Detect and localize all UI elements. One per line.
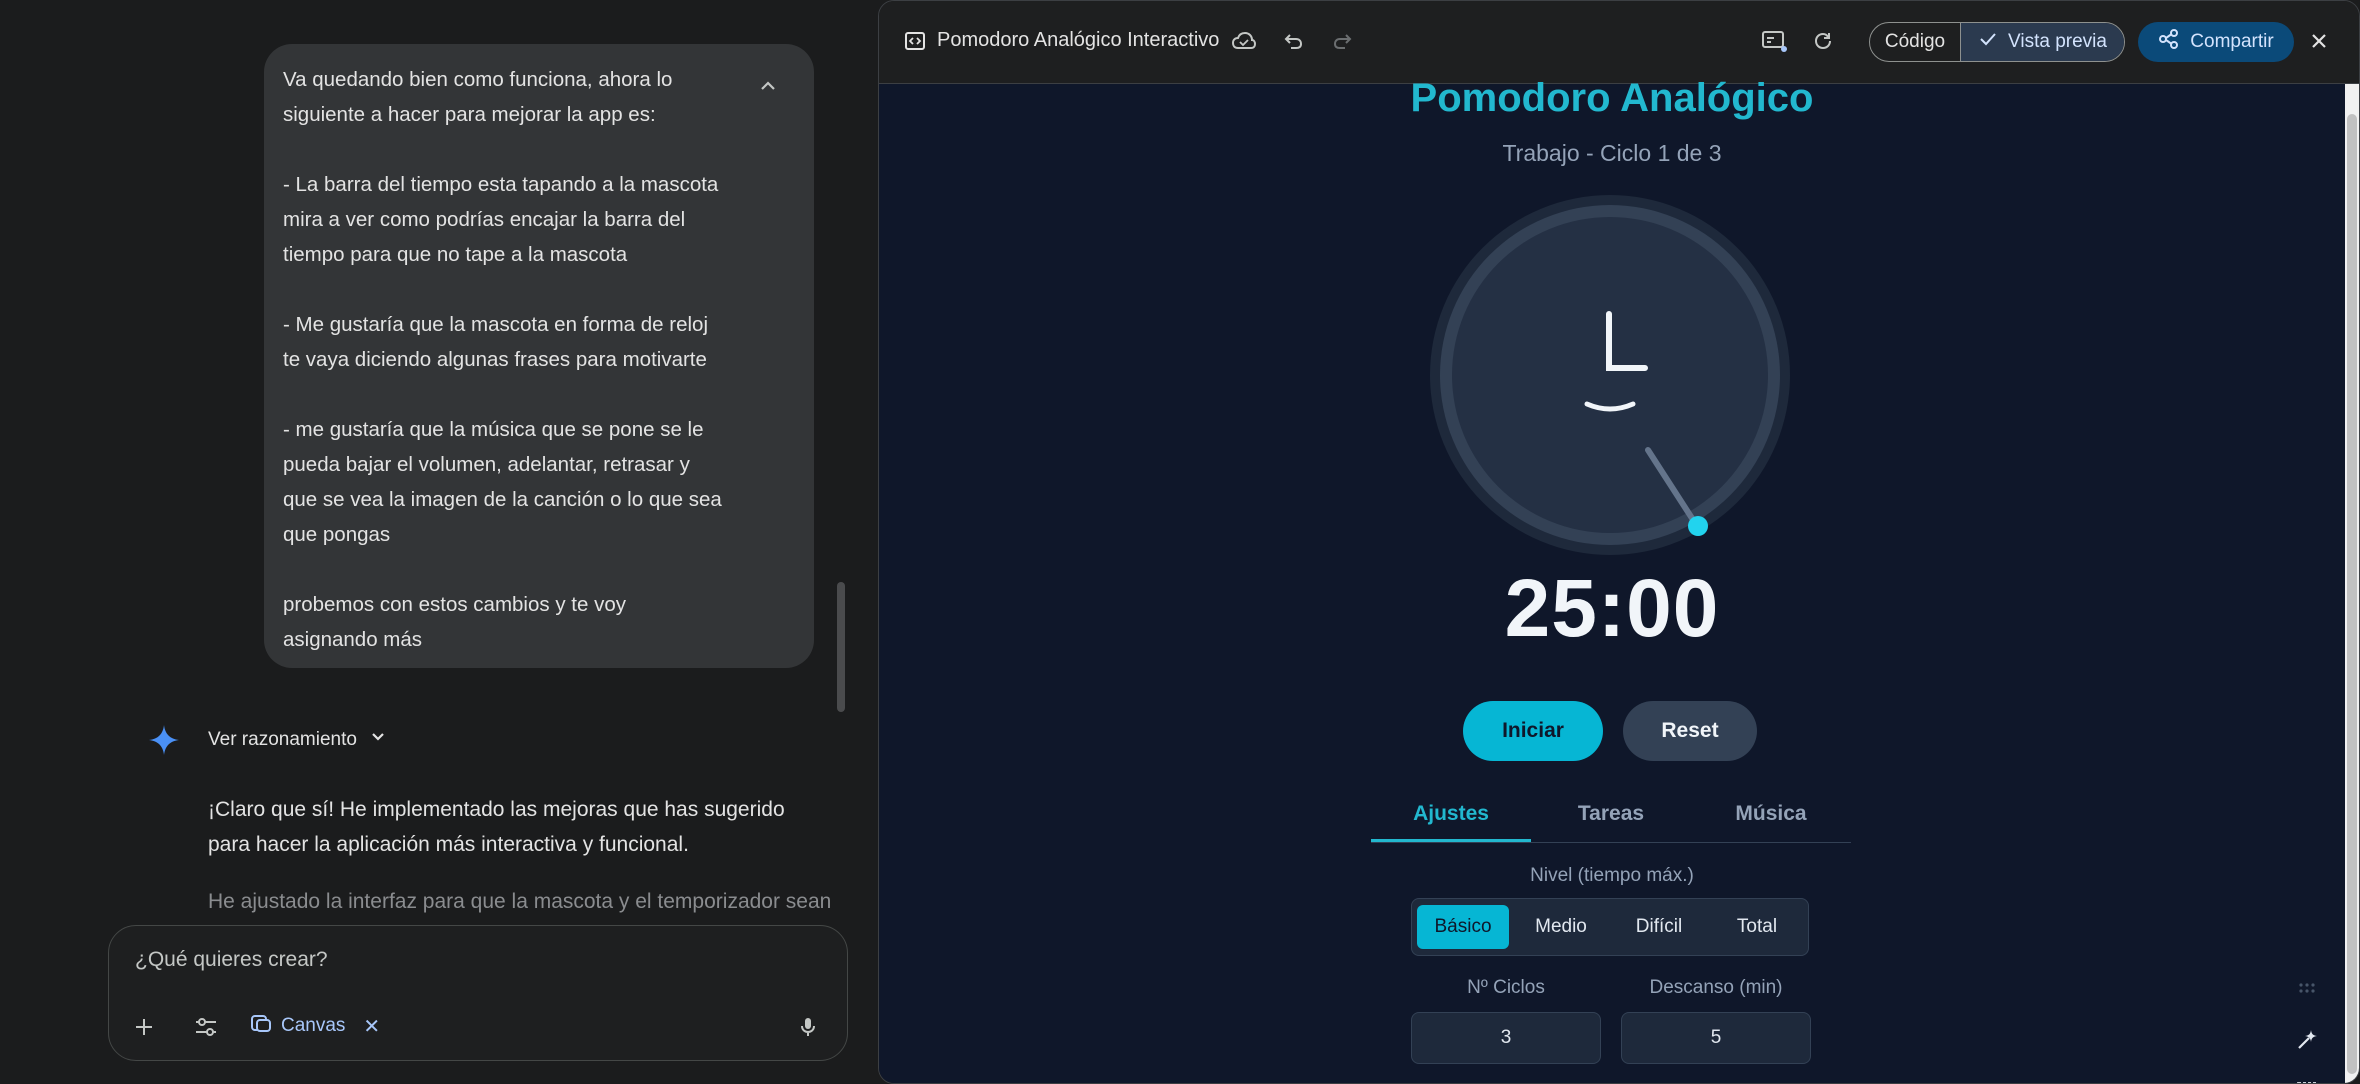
user-message-spacer: [283, 377, 724, 412]
share-icon: [2158, 28, 2180, 56]
mic-icon[interactable]: [793, 1012, 823, 1042]
reset-button[interactable]: Reset: [1623, 701, 1757, 761]
start-button[interactable]: Iniciar: [1463, 701, 1603, 761]
user-message-spacer: [283, 552, 724, 587]
timer-display: 25:00: [1504, 563, 1720, 654]
view-toggle: Código Vista previa: [1869, 22, 2125, 62]
level-selector: Básico Medio Difícil Total: [1411, 898, 1809, 956]
canvas-icon: [249, 1011, 273, 1041]
level-medio-button[interactable]: Medio: [1515, 905, 1607, 949]
preview-tab-button[interactable]: Vista previa: [1961, 23, 2124, 61]
level-basico-button[interactable]: Básico: [1417, 905, 1509, 949]
tab-musica[interactable]: Música: [1691, 794, 1851, 842]
undo-icon[interactable]: [1279, 27, 1307, 55]
level-label: Nivel (tiempo máx.): [1530, 865, 1694, 886]
clock-mascot[interactable]: [1427, 192, 1793, 558]
user-message-spacer: [283, 272, 724, 307]
break-label: Descanso (min): [1649, 977, 1783, 998]
code-tab-label: Código: [1884, 31, 1946, 52]
user-message-line: probemos con estos cambios y te voy asig…: [283, 593, 632, 651]
reasoning-label: Ver razonamiento: [208, 729, 357, 750]
canvas-chip-label: Canvas: [281, 1015, 346, 1036]
share-label: Compartir: [2190, 31, 2274, 52]
redo-icon[interactable]: [1329, 27, 1357, 55]
app-tabs: Ajustes Tareas Música: [1371, 794, 1851, 843]
level-dificil-button[interactable]: Difícil: [1613, 905, 1705, 949]
break-input[interactable]: 5: [1621, 1012, 1811, 1064]
collapse-icon[interactable]: [752, 70, 784, 102]
tab-ajustes[interactable]: Ajustes: [1371, 794, 1531, 842]
drag-handle-icon[interactable]: [2293, 974, 2321, 1002]
cloud-save-icon[interactable]: [1230, 27, 1258, 55]
check-icon: [1978, 29, 1998, 55]
tools-icon[interactable]: [191, 1012, 221, 1042]
user-message-spacer: [283, 132, 724, 167]
reasoning-toggle[interactable]: Ver razonamiento: [208, 726, 389, 754]
cycles-label: Nº Ciclos: [1467, 977, 1545, 998]
user-message-line: - La barra del tiempo esta tapando a la …: [283, 173, 725, 266]
refresh-icon[interactable]: [1809, 27, 1837, 55]
canvas-panel: Pomodoro Analógico Interactivo Código Vi…: [878, 0, 2360, 1084]
tab-tareas[interactable]: Tareas: [1531, 794, 1691, 842]
chevron-down-icon: [367, 726, 389, 754]
canvas-toolbar: Pomodoro Analógico Interactivo Código Vi…: [879, 1, 2359, 84]
assistant-reply-paragraph-faded: He ajustado la interfaz para que la masc…: [208, 890, 832, 913]
level-total-button[interactable]: Total: [1711, 905, 1803, 949]
user-message-line: Va quedando bien como funciona, ahora lo…: [283, 68, 679, 126]
chat-scrollbar[interactable]: [837, 582, 845, 712]
app-subtitle: Trabajo - Ciclo 1 de 3: [1502, 140, 1722, 166]
code-icon: [901, 27, 929, 55]
preview-scrollbar-thumb[interactable]: [2347, 114, 2357, 1074]
chat-panel: Va quedando bien como funciona, ahora lo…: [0, 0, 876, 1084]
canvas-title: Pomodoro Analógico Interactivo: [937, 29, 1220, 51]
code-tab-button[interactable]: Código: [1870, 23, 1961, 61]
gemini-star-icon: [146, 722, 182, 758]
preview-scrollbar[interactable]: [2345, 84, 2359, 1083]
prompt-input-box[interactable]: ¿Qué quieres crear? Canvas ✕: [108, 925, 848, 1061]
canvas-chip[interactable]: Canvas ✕: [249, 1011, 380, 1041]
app-title: Pomodoro Analógico: [1410, 76, 1814, 120]
prompt-input[interactable]: ¿Qué quieres crear?: [135, 948, 328, 972]
user-message-line: - Me gustaría que la mascota en forma de…: [283, 313, 714, 371]
preview-tab-label: Vista previa: [2008, 31, 2107, 52]
cycles-input[interactable]: 3: [1411, 1012, 1601, 1064]
user-message-line: - me gustaría que la música que se pone …: [283, 418, 728, 546]
assistant-reply-paragraph: ¡Claro que sí! He implementado las mejor…: [208, 798, 785, 856]
user-message-bubble: Va quedando bien como funciona, ahora lo…: [264, 44, 814, 668]
close-icon[interactable]: [2305, 27, 2333, 55]
plus-icon[interactable]: [129, 1012, 159, 1042]
console-icon[interactable]: [1761, 27, 1789, 55]
close-icon[interactable]: ✕: [363, 1014, 380, 1039]
app-preview: Pomodoro Analógico Trabajo - Ciclo 1 de …: [879, 76, 2359, 1083]
share-button[interactable]: Compartir: [2138, 22, 2294, 62]
select-element-icon[interactable]: [2293, 1078, 2321, 1083]
sparkle-edit-icon[interactable]: [2293, 1026, 2321, 1054]
floating-toolbar: [2283, 974, 2331, 1083]
